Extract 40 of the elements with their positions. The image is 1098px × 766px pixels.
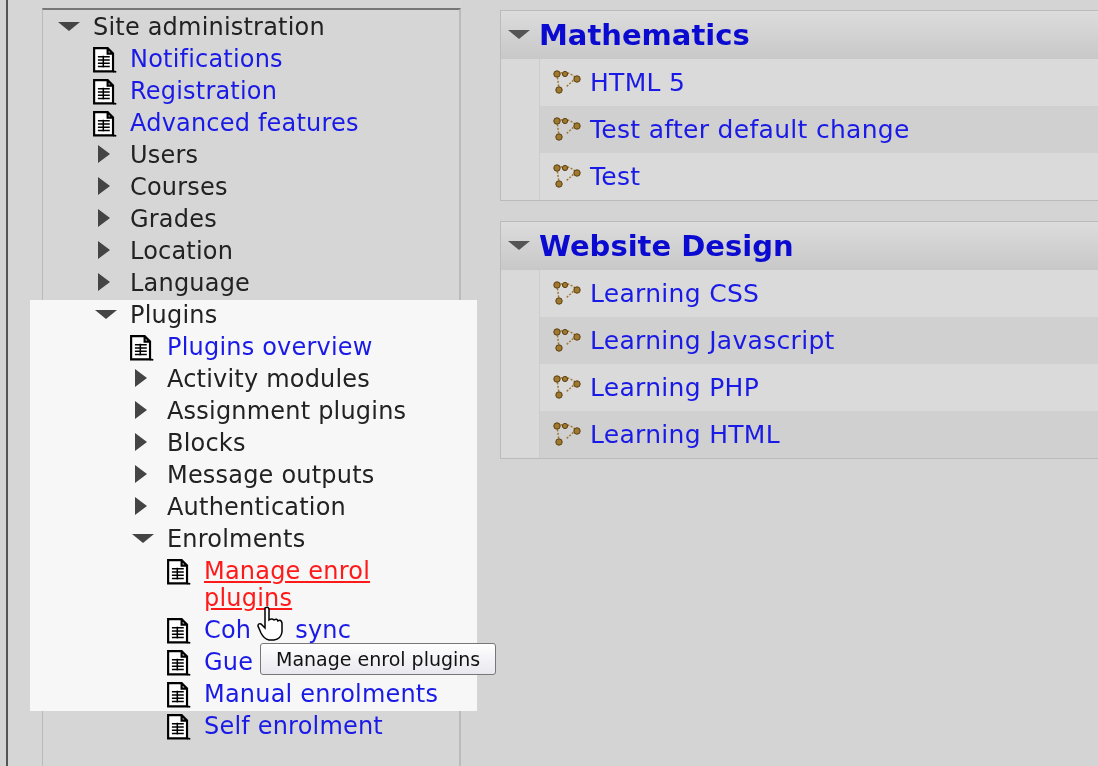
course-link[interactable]: HTML 5: [590, 68, 686, 97]
course-link[interactable]: Learning CSS: [590, 279, 760, 308]
tree-item[interactable]: Language: [130, 270, 251, 297]
caret-down-icon[interactable]: [507, 28, 531, 42]
tree-link[interactable]: Gue: [204, 649, 254, 676]
caret-right-icon[interactable]: [98, 145, 110, 163]
caret-right-icon[interactable]: [135, 465, 147, 483]
caret-down-icon[interactable]: [132, 534, 154, 544]
course-link[interactable]: Learning HTML: [590, 420, 780, 449]
tree-item[interactable]: Plugins: [130, 302, 218, 329]
course-link[interactable]: Learning PHP: [590, 373, 760, 402]
caret-right-icon[interactable]: [98, 273, 110, 291]
caret-right-icon[interactable]: [98, 177, 110, 195]
tooltip: Manage enrol plugins: [260, 643, 497, 675]
section-title[interactable]: Mathematics: [539, 18, 750, 52]
course-link[interactable]: Test: [590, 162, 641, 191]
tree-link[interactable]: Coh: [204, 617, 252, 644]
tree-item[interactable]: Courses: [130, 174, 228, 201]
tree-item[interactable]: Users: [130, 142, 199, 169]
tree-item[interactable]: Blocks: [167, 430, 246, 457]
tree-link[interactable]: Registration: [130, 78, 278, 105]
tree-item[interactable]: Location: [130, 238, 234, 265]
tree-item[interactable]: Site administration: [93, 14, 325, 41]
caret-down-icon[interactable]: [507, 239, 531, 253]
section-title[interactable]: Website Design: [539, 229, 794, 263]
caret-right-icon[interactable]: [98, 241, 110, 259]
caret-down-icon[interactable]: [58, 22, 80, 32]
tree-link[interactable]: Notifications: [130, 46, 283, 73]
tree-item[interactable]: Grades: [130, 206, 217, 233]
caret-right-icon[interactable]: [135, 497, 147, 515]
course-link[interactable]: Learning Javascript: [590, 326, 835, 355]
caret-right-icon[interactable]: [98, 209, 110, 227]
caret-right-icon[interactable]: [135, 433, 147, 451]
tree-link[interactable]: Self enrolment: [204, 713, 383, 740]
course-link[interactable]: Test after default change: [590, 115, 910, 144]
caret-right-icon[interactable]: [135, 401, 147, 419]
caret-down-icon[interactable]: [95, 310, 117, 320]
caret-right-icon[interactable]: [135, 369, 147, 387]
tree-link[interactable]: Advanced features: [130, 110, 359, 137]
tree-link[interactable]: sync: [295, 617, 352, 644]
